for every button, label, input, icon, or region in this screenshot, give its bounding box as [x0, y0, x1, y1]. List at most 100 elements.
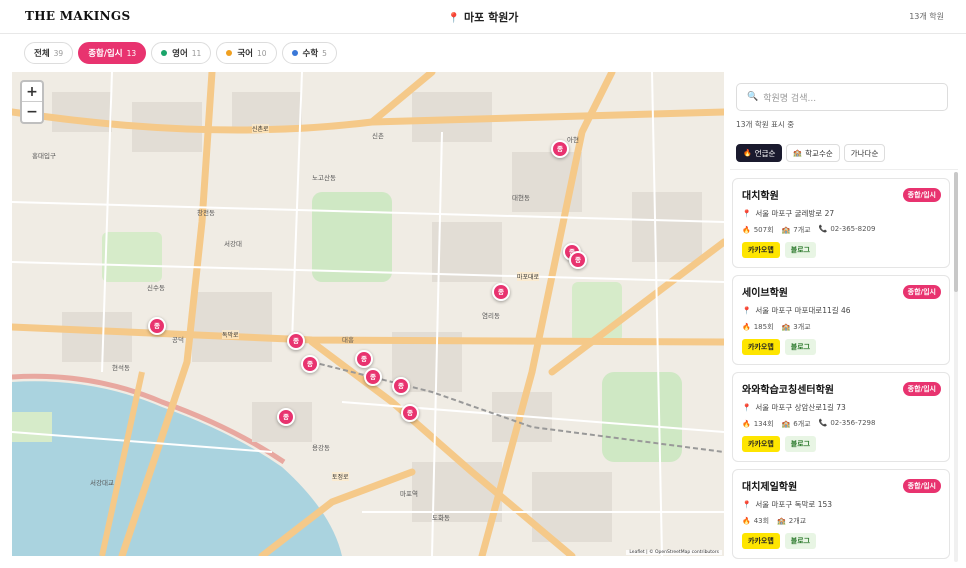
mentions: 🔥 507회 — [742, 225, 774, 235]
academy-address: 📍 서울 마포구 굴레방로 27 — [742, 208, 834, 219]
phone-text: 02-356-7298 — [830, 419, 876, 427]
map-label: 마포역 — [400, 490, 418, 498]
blog-button[interactable]: 블로그 — [784, 533, 817, 549]
blog-button[interactable]: 블로그 — [784, 436, 817, 452]
school-icon: 🏫 — [781, 226, 791, 234]
school-icon: 🏫 — [781, 420, 791, 428]
map-label: 용강동 — [312, 444, 330, 452]
fire-icon: 🔥 — [742, 517, 751, 525]
category-badge: 종합/입시 — [902, 285, 941, 299]
map-attribution[interactable]: Leaflet | © OpenStreetMap contributors — [626, 550, 722, 555]
academy-marker[interactable]: 종 — [364, 368, 382, 386]
schools-text: 3개교 — [793, 323, 811, 331]
academy-marker[interactable]: 종 — [569, 251, 587, 269]
search-input[interactable]: 🔍 학원명 검색... — [736, 83, 948, 111]
card-actions: 카카오맵 블로그 — [742, 339, 817, 355]
kakao-map-button[interactable]: 카카오맵 — [742, 436, 780, 452]
address-text: 서울 마포구 굴레방로 27 — [755, 209, 835, 218]
academy-marker[interactable]: 종 — [355, 350, 373, 368]
green-dot-icon — [161, 50, 168, 56]
academy-marker[interactable]: 종 — [301, 355, 319, 373]
academy-meta: 🔥 185회 🏫 3개교 — [742, 322, 811, 332]
fire-icon: 🔥 — [742, 420, 751, 428]
map-label: 신촌 — [372, 132, 384, 140]
academy-marker[interactable]: 종 — [392, 377, 410, 395]
fire-icon: 🔥 — [742, 226, 751, 234]
map-label: 창전동 — [197, 209, 215, 217]
filter-label: 수학 — [302, 49, 319, 59]
map-label: 신수동 — [147, 284, 165, 292]
academy-name: 와와학습코칭센터학원 — [742, 385, 834, 396]
list-scrollbar[interactable] — [954, 172, 958, 562]
filter-count: 39 — [53, 48, 64, 58]
academy-marker[interactable]: 종 — [148, 317, 166, 335]
address-text: 서울 마포구 상암산로1길 73 — [755, 403, 846, 412]
academy-meta: 🔥 43회 🏫 2개교 — [742, 516, 806, 526]
pin-icon: 📍 — [447, 13, 460, 24]
academy-card[interactable]: 와와학습코칭센터학원 종합/입시 📍 서울 마포구 상암산로1길 73 🔥 134회… — [732, 372, 950, 462]
school-icon: 🏫 — [777, 517, 786, 525]
filter-math[interactable]: 수학 5 — [281, 42, 337, 64]
academy-card[interactable]: 대치제일학원 종합/입시 📍 서울 마포구 독막로 153 🔥 43회 🏫 2개교 카… — [732, 469, 950, 559]
academy-marker[interactable]: 종 — [287, 332, 305, 350]
sort-alpha-button[interactable]: 가나다순 — [843, 144, 886, 162]
road-label: 토정로 — [332, 472, 349, 481]
sort-mentions-button[interactable]: 🔥 언급순 — [736, 144, 783, 162]
sort-label: 언급순 — [754, 148, 776, 158]
phone[interactable]: 📞 02-356-7298 — [819, 419, 876, 429]
phone-text: 02-365-8209 — [830, 225, 876, 233]
address-text: 서울 마포구 독막로 153 — [755, 500, 833, 509]
schools: 🏫 3개교 — [782, 322, 811, 332]
academy-card[interactable]: 세이브학원 종합/입시 📍 서울 마포구 마포대로11길 46 🔥 185회 🏫 3개… — [732, 275, 950, 365]
blog-button[interactable]: 블로그 — [784, 242, 817, 258]
filter-all[interactable]: 전체 39 — [24, 42, 74, 64]
map-label: 대현동 — [512, 194, 530, 202]
blog-button[interactable]: 블로그 — [784, 339, 817, 355]
divider — [730, 169, 958, 170]
pin-icon: 📍 — [742, 403, 752, 412]
total-count: 13개 학원 — [909, 12, 944, 21]
sort-label: 학교수순 — [805, 148, 833, 158]
filter-english[interactable]: 영어 11 — [151, 42, 212, 64]
top-header: THE MAKINGS 📍 마포 학원가 13개 학원 — [0, 0, 966, 34]
map-label: 염리동 — [482, 312, 500, 320]
phone[interactable]: 📞 02-365-8209 — [819, 225, 876, 235]
filter-count: 5 — [322, 48, 327, 58]
category-filters: 전체 39 종합/입시 13 영어 11 국어 10 수학 5 — [24, 42, 337, 64]
kakao-map-button[interactable]: 카카오맵 — [742, 533, 780, 549]
schools-text: 7개교 — [793, 226, 811, 234]
academy-card[interactable]: 대치학원 종합/입시 📍 서울 마포구 굴레방로 27 🔥 507회 🏫 7개교 📞 0… — [732, 178, 950, 268]
academy-marker[interactable]: 종 — [401, 404, 419, 422]
zoom-in-button[interactable]: + — [22, 82, 42, 102]
mentions-text: 134회 — [753, 420, 774, 428]
schools: 🏫 2개교 — [777, 516, 806, 526]
road-label: 독막로 — [222, 330, 239, 339]
filter-general[interactable]: 종합/입시 13 — [78, 42, 147, 64]
academy-marker[interactable]: 종 — [551, 140, 569, 158]
filter-korean[interactable]: 국어 10 — [216, 42, 277, 64]
map-label: 서강대교 — [90, 479, 114, 487]
pin-icon: 📍 — [742, 500, 752, 509]
filter-count: 11 — [191, 48, 202, 58]
address-text: 서울 마포구 마포대로11길 46 — [755, 306, 851, 315]
filter-count: 13 — [126, 48, 137, 58]
zoom-out-button[interactable]: − — [22, 102, 42, 122]
card-actions: 카카오맵 블로그 — [742, 242, 817, 258]
phone-icon: 📞 — [818, 225, 828, 233]
search-icon: 🔍 — [747, 92, 759, 102]
blue-dot-icon — [291, 50, 298, 56]
sort-schools-button[interactable]: 🏫 학교수순 — [786, 144, 840, 162]
academy-name: 대치학원 — [742, 191, 779, 202]
location-label: 마포 학원가 — [464, 11, 519, 24]
kakao-map-button[interactable]: 카카오맵 — [742, 242, 780, 258]
school-icon: 🏫 — [781, 323, 791, 331]
kakao-map-button[interactable]: 카카오맵 — [742, 339, 780, 355]
orange-dot-icon — [226, 50, 233, 56]
school-icon: 🏫 — [793, 149, 803, 157]
academy-marker[interactable]: 종 — [277, 408, 295, 426]
filter-label: 영어 — [172, 49, 188, 59]
academy-marker[interactable]: 종 — [492, 283, 510, 301]
map-view[interactable]: 홍대입구 신촌 서강대 공덕 마포역 대흥 서강대교 아현 염리동 도화동 용강… — [12, 72, 724, 556]
scrollbar-thumb[interactable] — [954, 172, 958, 292]
mentions: 🔥 185회 — [742, 322, 774, 332]
